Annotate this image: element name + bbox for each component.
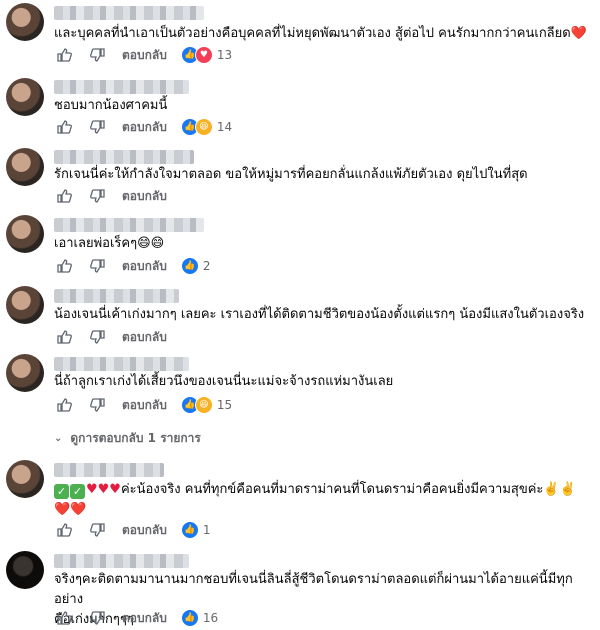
comment-actions: ตอบกลับ 👍 😆 15	[54, 395, 232, 415]
like-icon[interactable]	[54, 45, 74, 65]
reply-button[interactable]: ตอบกลับ	[122, 46, 167, 65]
commenter-name-blurred[interactable]	[54, 289, 179, 303]
commenter-name-blurred[interactable]	[54, 80, 189, 94]
avatar[interactable]	[6, 460, 44, 498]
reaction-summary[interactable]: 👍 1	[180, 521, 211, 539]
commenter-name-blurred[interactable]	[54, 554, 189, 568]
like-icon[interactable]	[54, 395, 74, 415]
victory-emoji: ✌️✌️	[543, 482, 576, 497]
check-emoji: ✓	[54, 484, 69, 499]
dislike-icon[interactable]	[88, 117, 108, 137]
haha-reaction-icon: 😆	[194, 118, 213, 136]
heart-emoji: ❤️❤️	[54, 502, 87, 517]
reply-button[interactable]: ตอบกลับ	[122, 396, 167, 415]
dislike-icon[interactable]	[88, 608, 108, 628]
comment-text: นี่ถ้าลูกเราเก่งได้เสี้ยวนึงของเจนนี่นะแ…	[54, 374, 394, 389]
reaction-summary[interactable]: 👍 16	[180, 609, 219, 627]
reply-button[interactable]: ตอบกลับ	[122, 187, 167, 206]
reaction-summary[interactable]: 👍 ♥ 13	[180, 46, 233, 64]
comment-text: รักเจนนี่ค่ะให้กำลังใจมาตลอด ขอให้หมู่มา…	[54, 167, 528, 182]
dislike-icon[interactable]	[88, 45, 108, 65]
avatar[interactable]	[6, 551, 44, 589]
love-reaction-icon: ♥	[194, 46, 213, 64]
avatar[interactable]	[6, 215, 44, 253]
like-icon[interactable]	[54, 327, 74, 347]
comment-actions: ตอบกลับ	[54, 186, 181, 206]
reaction-summary[interactable]: 👍 😆 15	[180, 396, 233, 414]
comment-text: ชอบมากน้องศาคมนี้	[54, 98, 168, 113]
commenter-name-blurred[interactable]	[54, 463, 164, 477]
reaction-count: 1	[202, 523, 211, 537]
like-reaction-icon: 👍	[180, 521, 199, 539]
heart-emoji: ♥♥♥	[86, 482, 121, 497]
like-reaction-icon: 👍	[180, 257, 199, 275]
dislike-icon[interactable]	[88, 327, 108, 347]
reaction-count: 13	[216, 48, 233, 62]
like-icon[interactable]	[54, 186, 74, 206]
comment-actions: ตอบกลับ 👍 😆 14	[54, 117, 232, 137]
commenter-name-blurred[interactable]	[54, 357, 189, 371]
check-emoji: ✓	[70, 484, 85, 499]
comment-text: เอาเลยพ่อเร็คๆ😄😄	[54, 236, 165, 251]
reply-button[interactable]: ตอบกลับ	[122, 328, 167, 347]
reaction-count: 15	[216, 398, 233, 412]
reaction-summary[interactable]: 👍 2	[180, 257, 211, 275]
dislike-icon[interactable]	[88, 520, 108, 540]
commenter-name-blurred[interactable]	[54, 6, 204, 20]
chevron-down-icon: ⌄	[54, 433, 63, 444]
dislike-icon[interactable]	[88, 395, 108, 415]
reply-button[interactable]: ตอบกลับ	[122, 521, 167, 540]
reaction-summary[interactable]: 👍 😆 14	[180, 118, 233, 136]
comment-actions: ตอบกลับ 👍 1	[54, 520, 211, 540]
dislike-icon[interactable]	[88, 256, 108, 276]
like-icon[interactable]	[54, 520, 74, 540]
view-replies-label: ดูการตอบกลับ 1 รายการ	[70, 431, 201, 445]
avatar[interactable]	[6, 3, 44, 41]
comment-actions: ตอบกลับ 👍 ♥ 13	[54, 45, 232, 65]
heart-emoji: ❤️	[570, 26, 587, 41]
like-icon[interactable]	[54, 608, 74, 628]
commenter-name-blurred[interactable]	[54, 218, 204, 232]
avatar[interactable]	[6, 78, 44, 116]
like-icon[interactable]	[54, 117, 74, 137]
comment-actions: ตอบกลับ 👍 16	[54, 608, 218, 628]
haha-reaction-icon: 😆	[194, 396, 213, 414]
reply-button[interactable]: ตอบกลับ	[122, 257, 167, 276]
comment-actions: ตอบกลับ 👍 2	[54, 256, 211, 276]
reply-button[interactable]: ตอบกลับ	[122, 609, 167, 628]
reaction-count: 2	[202, 259, 211, 273]
comment-text: และบุคคลที่นำเอาเป็นตัวอย่างคือบุคคลที่ไ…	[54, 26, 587, 41]
like-icon[interactable]	[54, 256, 74, 276]
grin-emoji: 😄😄	[137, 236, 165, 251]
reply-button[interactable]: ตอบกลับ	[122, 118, 167, 137]
avatar[interactable]	[6, 286, 44, 324]
commenter-name-blurred[interactable]	[54, 150, 194, 164]
dislike-icon[interactable]	[88, 186, 108, 206]
reaction-count: 16	[202, 611, 219, 625]
avatar[interactable]	[6, 148, 44, 186]
reaction-count: 14	[216, 120, 233, 134]
comment-actions: ตอบกลับ	[54, 327, 181, 347]
view-replies-link[interactable]: ⌄ ดูการตอบกลับ 1 รายการ	[54, 429, 201, 448]
like-reaction-icon: 👍	[180, 609, 199, 627]
comment-text: น้องเจนนี่เค้าเก่งมากๆ เลยคะ เราเองที่ได…	[54, 307, 585, 322]
comment-text: ✓ ✓ ♥♥♥ค่ะน้องจริง คนที่ทุกข์คือคนที่มาดรา…	[54, 482, 576, 517]
avatar[interactable]	[6, 354, 44, 392]
